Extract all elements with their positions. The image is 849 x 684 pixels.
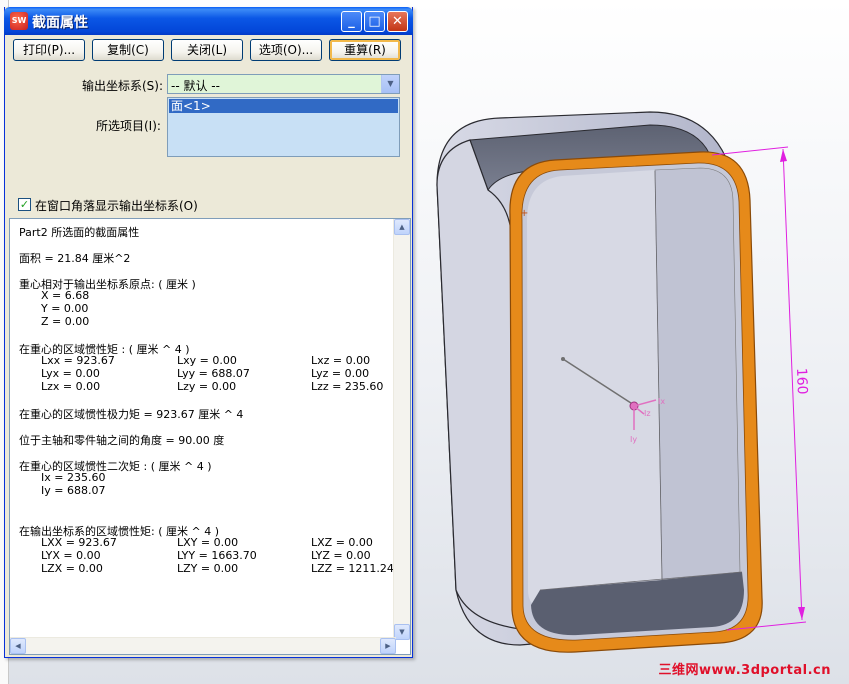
close-window-button[interactable]: ✕: [387, 11, 408, 32]
moi-cell: Lyx = 0.00: [41, 367, 100, 380]
moi-output-cell: LYX = 0.00: [41, 549, 101, 562]
moi-output-cell: LYY = 1663.70: [177, 549, 257, 562]
axis-label-y: Iy: [630, 435, 637, 444]
options-button[interactable]: 选项(O)...: [250, 39, 322, 61]
moi-cell: Lyy = 688.07: [177, 367, 250, 380]
print-button[interactable]: 打印(P)...: [13, 39, 85, 61]
output-coord-label: 输出坐标系(S):: [82, 79, 164, 93]
watermark: 三维网www.3dportal.cn: [658, 663, 831, 678]
svg-text:+: +: [520, 208, 528, 219]
show-coord-checkbox[interactable]: ✓: [18, 198, 31, 211]
close-button[interactable]: 关闭(L): [171, 39, 243, 61]
moi-cell: Lzz = 235.60: [311, 380, 384, 393]
list-item[interactable]: 面<1>: [169, 99, 398, 113]
selected-items-label: 所选项目(I):: [96, 119, 161, 133]
second-moment-ix: Ix = 235.60: [41, 471, 106, 484]
centroid-y: Y = 0.00: [41, 302, 89, 315]
moi-cell: Lxz = 0.00: [311, 354, 371, 367]
inner-opening-side: [527, 170, 662, 608]
results-textbox[interactable]: Part2 所选面的截面属性 面积 = 21.84 厘米^2 重心相对于输出坐标…: [9, 218, 411, 655]
recalculate-button[interactable]: 重算(R): [329, 39, 401, 61]
moi-output-cell: LZZ = 1211.24: [311, 562, 394, 575]
dialog-titlebar[interactable]: SW 截面属性 _ □ ✕: [4, 7, 413, 35]
scroll-up-icon[interactable]: ▲: [394, 219, 410, 235]
centroid-x: X = 6.68: [41, 289, 90, 302]
area-line: 面积 = 21.84 厘米^2: [19, 252, 131, 265]
minimize-button[interactable]: _: [341, 11, 362, 32]
moi-output-cell: LXZ = 0.00: [311, 536, 373, 549]
chevron-down-icon[interactable]: ▼: [381, 75, 399, 93]
inner-opening-right: [654, 167, 741, 581]
axis-label-z: Iz: [644, 409, 651, 418]
moi-output-cell: LZX = 0.00: [41, 562, 103, 575]
moi-cell: Lzx = 0.00: [41, 380, 101, 393]
polar-moment-line: 在重心的区域惯性极力矩 = 923.67 厘米 ^ 4: [19, 408, 244, 421]
moi-output-cell: LXY = 0.00: [177, 536, 239, 549]
horizontal-scrollbar[interactable]: ◀ ▶: [10, 637, 396, 654]
results-header: Part2 所选面的截面属性: [19, 226, 140, 239]
section-properties-dialog: SW 截面属性 _ □ ✕ 打印(P)... 复制(C) 关闭(L) 选项(O)…: [4, 7, 413, 658]
selected-items-list[interactable]: 面<1>: [167, 97, 400, 157]
show-coord-checkbox-label: 在窗口角落显示输出坐标系(O): [35, 199, 198, 213]
axis-label-x: Ix: [658, 397, 665, 406]
centroid-z: Z = 0.00: [41, 315, 90, 328]
dimension-value: 160: [793, 368, 810, 395]
scroll-right-icon[interactable]: ▶: [380, 638, 396, 654]
output-coord-select[interactable]: -- 默认 -- ▼: [167, 74, 400, 94]
moi-output-cell: LXX = 923.67: [41, 536, 117, 549]
scroll-down-icon[interactable]: ▼: [394, 624, 410, 640]
moi-cell: Lzy = 0.00: [177, 380, 237, 393]
dialog-title: 截面属性: [32, 15, 88, 31]
vertical-scrollbar[interactable]: ▲ ▼: [393, 219, 410, 640]
copy-button[interactable]: 复制(C): [92, 39, 164, 61]
moi-output-cell: LYZ = 0.00: [311, 549, 371, 562]
moi-cell: Lxx = 923.67: [41, 354, 115, 367]
second-moment-iy: Iy = 688.07: [41, 484, 106, 497]
moi-cell: Lxy = 0.00: [177, 354, 237, 367]
maximize-button[interactable]: □: [364, 11, 385, 32]
moi-cell: Lyz = 0.00: [311, 367, 370, 380]
moi-output-cell: LZY = 0.00: [177, 562, 239, 575]
scroll-left-icon[interactable]: ◀: [10, 638, 26, 654]
output-coord-value: -- 默认 --: [171, 79, 220, 93]
principal-angle-line: 位于主轴和零件轴之间的角度 = 90.00 度: [19, 434, 225, 447]
solidworks-app-icon: SW: [10, 12, 28, 30]
